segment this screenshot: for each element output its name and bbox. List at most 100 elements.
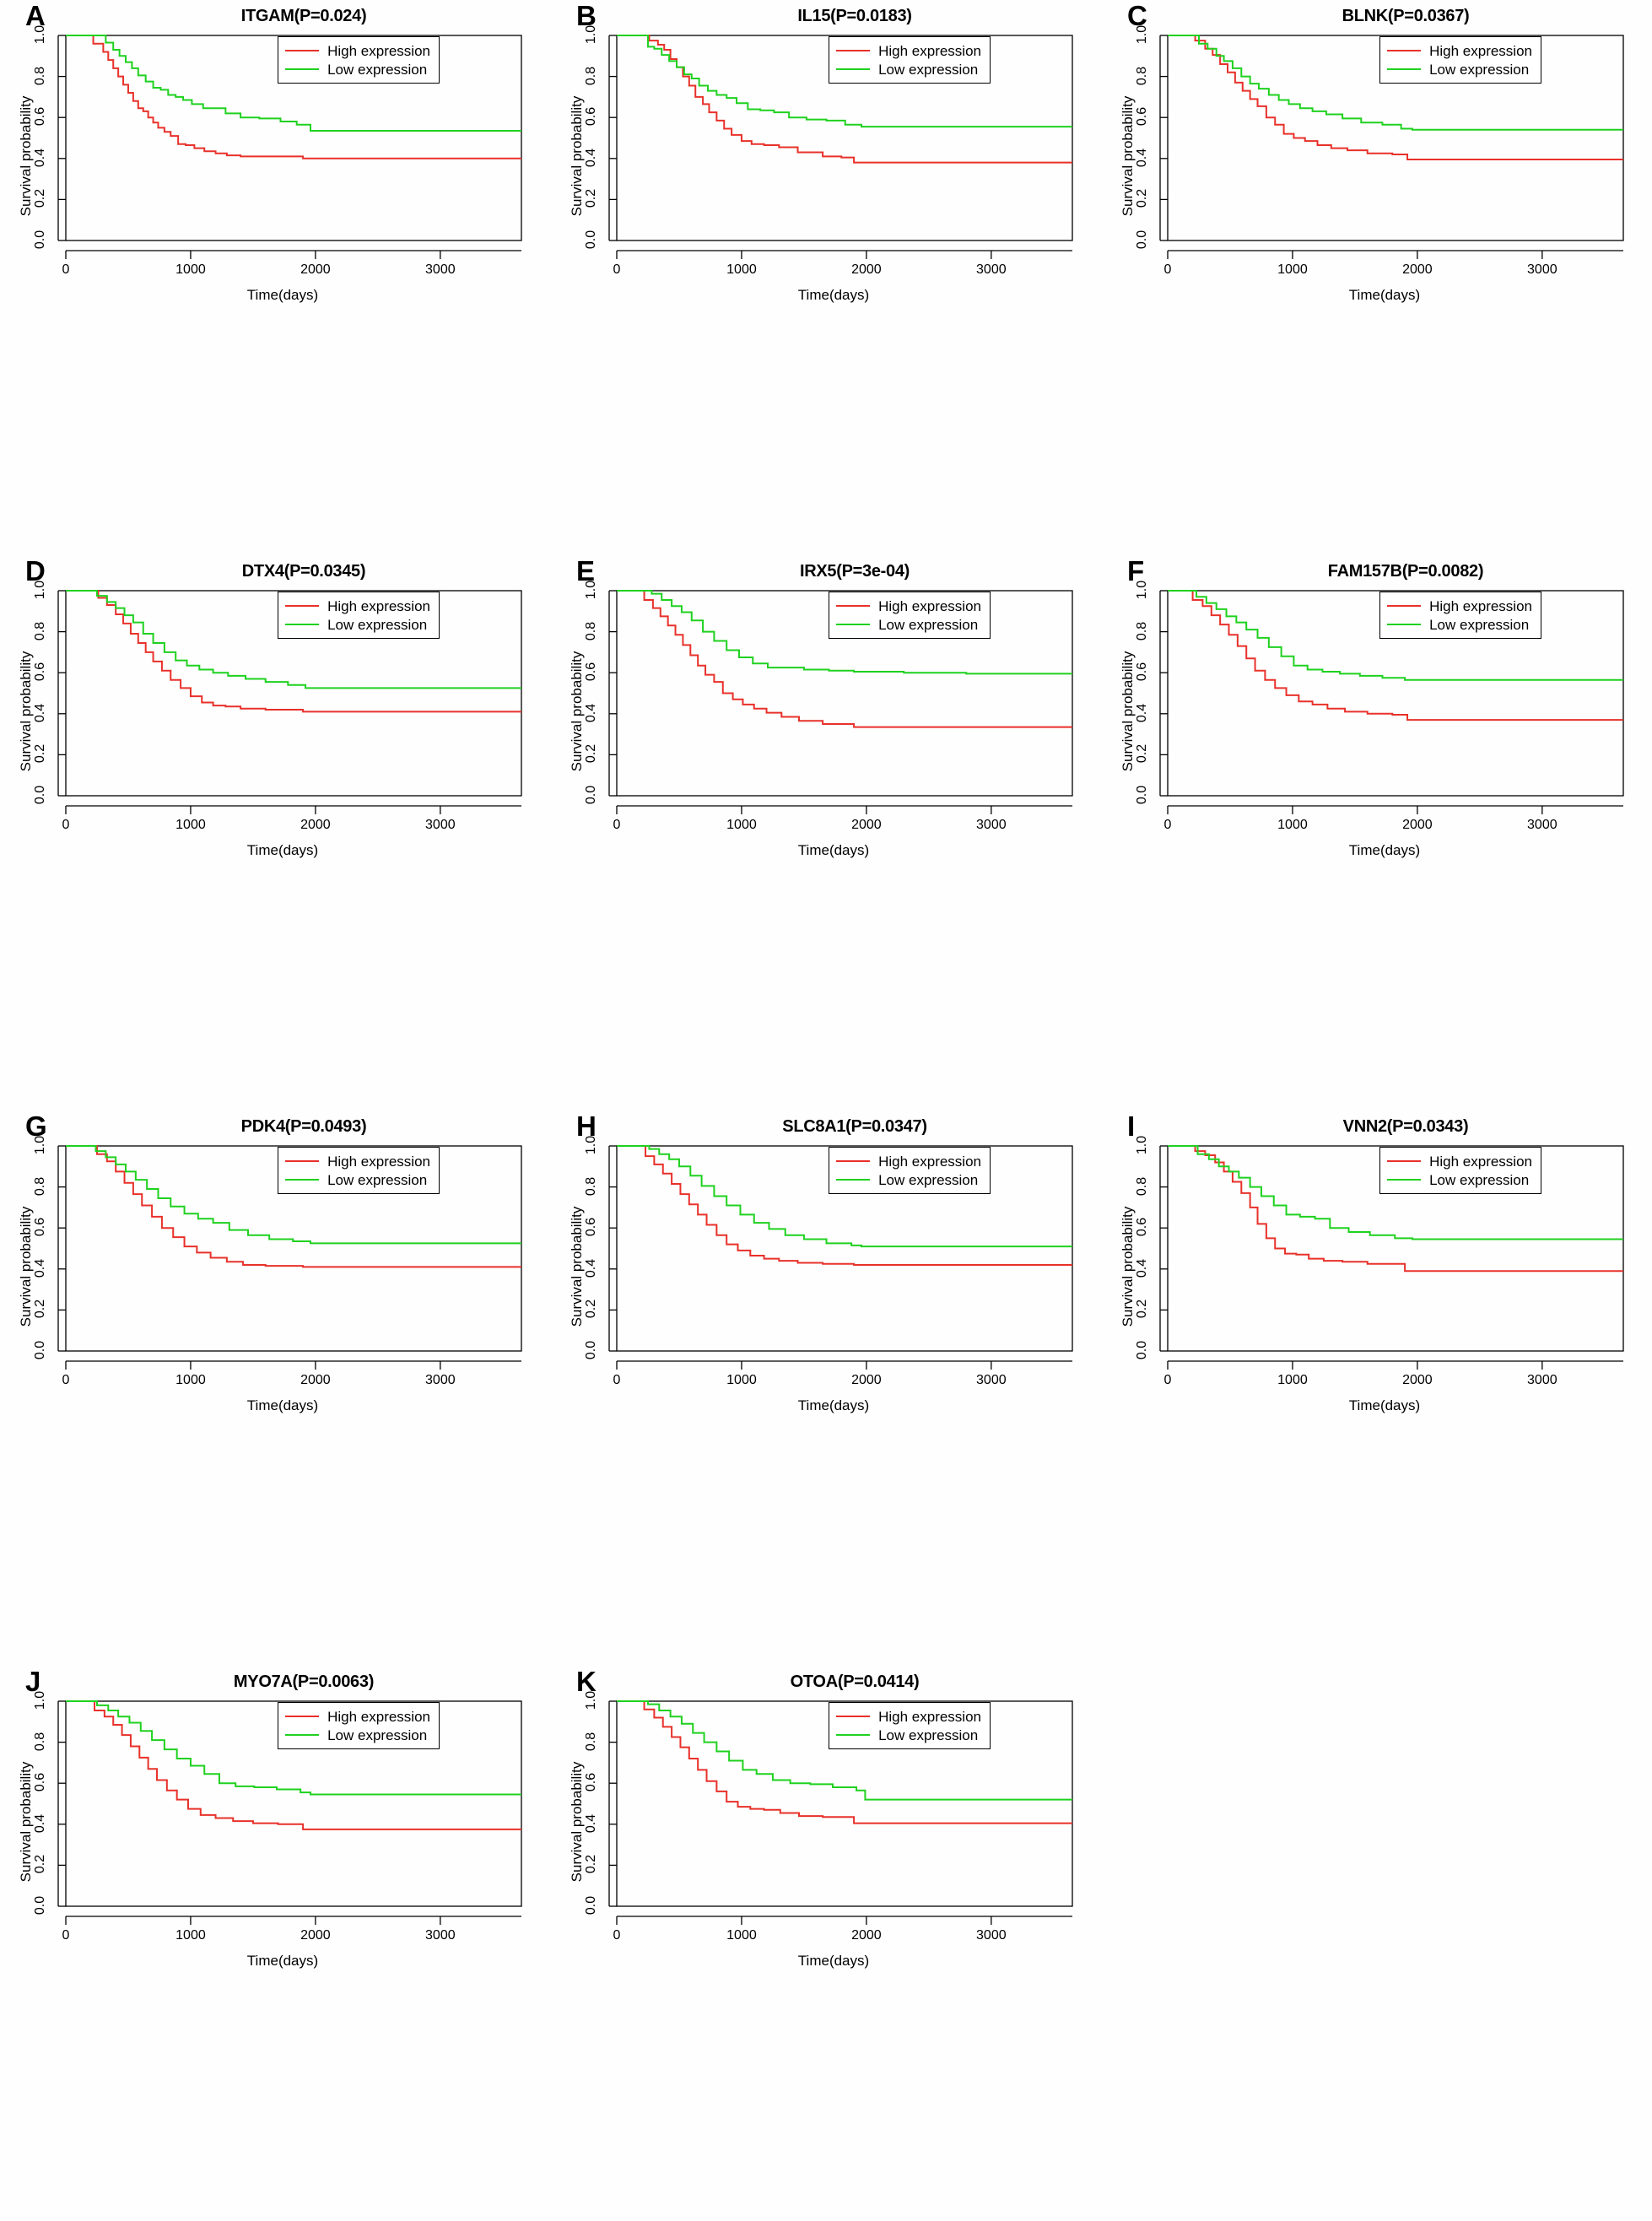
legend-label: High expression [327,42,430,59]
y-tick-label: 1.0 [1135,24,1149,45]
panel-k: K OTOA(P=0.0414) 0.0 0.2 0.4 0.6 0.8 1.0 0 1000 20… [551,1666,1102,2221]
x-tick-label: 0 [62,1373,70,1387]
legend-line-icon [1387,1160,1422,1162]
legend-line-icon [1387,624,1422,625]
y-tick-label: 0.0 [33,1895,47,1916]
legend-line-icon [1387,1179,1422,1181]
y-axis-label: Survival probability [18,651,34,772]
legend-label: Low expression [1429,616,1530,633]
x-tick-label: 1000 [175,1373,206,1387]
y-tick-label: 0.8 [1135,621,1149,640]
y-tick-label: 0.6 [33,1773,47,1792]
x-tick-label: 0 [613,818,621,832]
y-tick-label: 1.0 [33,580,47,600]
legend-line-icon [836,50,871,51]
y-tick-label: 0.4 [1135,1258,1149,1278]
x-tick-label: 1000 [175,818,206,832]
legend-item: High expression [285,597,430,615]
legend-label: Low expression [878,1171,979,1188]
y-tick-label: 0.2 [33,189,47,208]
x-tick-label: 2000 [851,262,882,277]
legend-line-icon [285,1716,320,1717]
legend-line-icon [1387,50,1422,51]
y-tick-label: 0.8 [1135,1176,1149,1196]
legend-item: Low expression [836,1726,981,1744]
x-tick-label: 3000 [425,262,456,277]
y-tick-label: 0.6 [33,1218,47,1237]
x-axis-label: Time(days) [246,842,319,858]
x-axis-label: Time(days) [246,287,319,303]
legend-item: Low expression [836,615,981,634]
x-tick-label: 1000 [175,262,206,277]
legend-label: Low expression [327,1727,428,1743]
y-tick-label: 0.0 [33,230,47,250]
legend-label: Low expression [1429,1171,1530,1188]
legend-item: High expression [285,1707,430,1726]
legend-label: High expression [878,1153,981,1170]
legend-label: High expression [327,1708,430,1725]
legend-label: Low expression [878,61,979,78]
y-axis-label: Survival probability [569,651,585,772]
y-tick-label: 0.2 [1135,744,1149,764]
legend-label: Low expression [327,61,428,78]
x-tick-label: 2000 [300,1928,331,1943]
y-tick-label: 0.2 [33,1300,47,1319]
legend-line-icon [1387,68,1422,70]
y-tick-label: 0.8 [1135,66,1149,85]
y-tick-label: 1.0 [33,1690,47,1710]
y-axis-label: Survival probability [1120,95,1136,217]
x-tick-label: 2000 [1402,1373,1433,1387]
legend: High expression Low expression [278,36,440,84]
x-tick-label: 0 [613,1373,621,1387]
panel-i: I VNN2(P=0.0343) 0.0 0.2 0.4 0.6 0.8 1.0 0 1000 20… [1102,1110,1652,1666]
legend: High expression Low expression [1379,592,1541,639]
x-axis-label: Time(days) [797,1397,870,1413]
legend-label: High expression [327,597,430,614]
legend: High expression Low expression [278,592,440,639]
y-tick-label: 0.8 [584,1176,598,1196]
legend-item: Low expression [836,60,981,78]
legend-line-icon [836,605,871,607]
legend: High expression Low expression [278,1702,440,1749]
y-tick-label: 0.4 [33,1258,47,1278]
x-tick-label: 1000 [726,1373,757,1387]
y-axis-label: Survival probability [1120,1206,1136,1327]
x-tick-label: 1000 [1277,1373,1308,1387]
plot-area [57,1145,522,1370]
plot-area [608,1145,1073,1370]
x-tick-label: 3000 [976,262,1007,277]
legend-item: High expression [836,1707,981,1726]
legend: High expression Low expression [829,592,991,639]
plot-area [608,35,1073,259]
y-tick-label: 0.8 [584,1732,598,1751]
legend-label: High expression [1429,42,1532,59]
legend-label: Low expression [327,616,428,633]
y-tick-label: 0.4 [1135,148,1149,167]
legend: High expression Low expression [1379,36,1541,84]
y-axis-label: Survival probability [18,95,34,217]
legend-label: High expression [878,42,981,59]
x-tick-label: 1000 [1277,262,1308,277]
y-tick-label: 1.0 [1135,580,1149,600]
legend-line-icon [285,624,320,625]
x-tick-label: 0 [1163,1373,1172,1387]
legend-line-icon [836,624,871,625]
panel-e: E IRX5(P=3e-04) 0.0 0.2 0.4 0.6 0.8 1.0 0 1000 200… [551,555,1102,1110]
x-tick-label: 3000 [976,1928,1007,1943]
legend-item: High expression [285,1152,430,1170]
y-tick-label: 1.0 [584,24,598,45]
y-axis-label: Survival probability [569,95,585,217]
y-axis-label: Survival probability [569,1761,585,1883]
y-tick-label: 0.6 [1135,662,1149,682]
y-tick-label: 0.8 [33,66,47,85]
plot-area [57,590,522,814]
plot-area [608,1700,1073,1925]
x-tick-label: 2000 [851,818,882,832]
y-tick-label: 0.2 [1135,1300,1149,1319]
legend-item: Low expression [836,1170,981,1189]
x-tick-label: 2000 [300,262,331,277]
y-tick-label: 0.6 [584,1773,598,1792]
x-tick-label: 3000 [425,1373,456,1387]
legend-item: High expression [1387,41,1532,60]
x-tick-label: 0 [613,262,621,277]
